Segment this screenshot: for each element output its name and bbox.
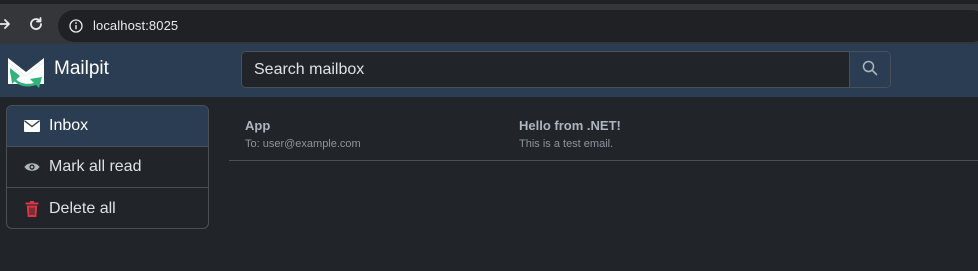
message-to: To: user@example.com xyxy=(245,138,361,150)
sidebar-menu: Inbox Mark all read Delete all xyxy=(6,105,209,229)
address-bar[interactable]: localhost:8025 xyxy=(58,10,978,42)
sidebar-item-label: Delete all xyxy=(49,199,116,217)
eye-icon xyxy=(23,158,41,176)
forward-icon[interactable] xyxy=(0,14,14,34)
reload-icon[interactable] xyxy=(26,14,46,34)
sidebar-item-delete-all[interactable]: Delete all xyxy=(7,188,208,228)
search-form xyxy=(241,51,891,88)
url-text: localhost:8025 xyxy=(93,18,179,33)
brand-name[interactable]: Mailpit xyxy=(54,58,109,80)
message-from: App xyxy=(245,118,271,133)
message-snippet: This is a test email. xyxy=(519,138,614,150)
envelope-icon xyxy=(23,117,41,135)
info-icon[interactable] xyxy=(69,19,83,33)
sidebar-item-label: Mark all read xyxy=(49,158,142,175)
sidebar-item-inbox[interactable]: Inbox xyxy=(7,106,208,147)
search-input[interactable] xyxy=(242,52,849,87)
message-row[interactable]: App To: user@example.com Hello from .NET… xyxy=(229,106,978,161)
sidebar-item-label: Inbox xyxy=(49,117,89,134)
mailpit-logo[interactable] xyxy=(6,50,46,90)
message-subject: Hello from .NET! xyxy=(519,118,621,133)
browser-toolbar: localhost:8025 xyxy=(0,0,978,44)
trash-icon xyxy=(23,200,41,218)
search-icon xyxy=(862,60,878,79)
search-button[interactable] xyxy=(849,52,890,87)
sidebar-item-mark-all-read[interactable]: Mark all read xyxy=(7,147,208,188)
